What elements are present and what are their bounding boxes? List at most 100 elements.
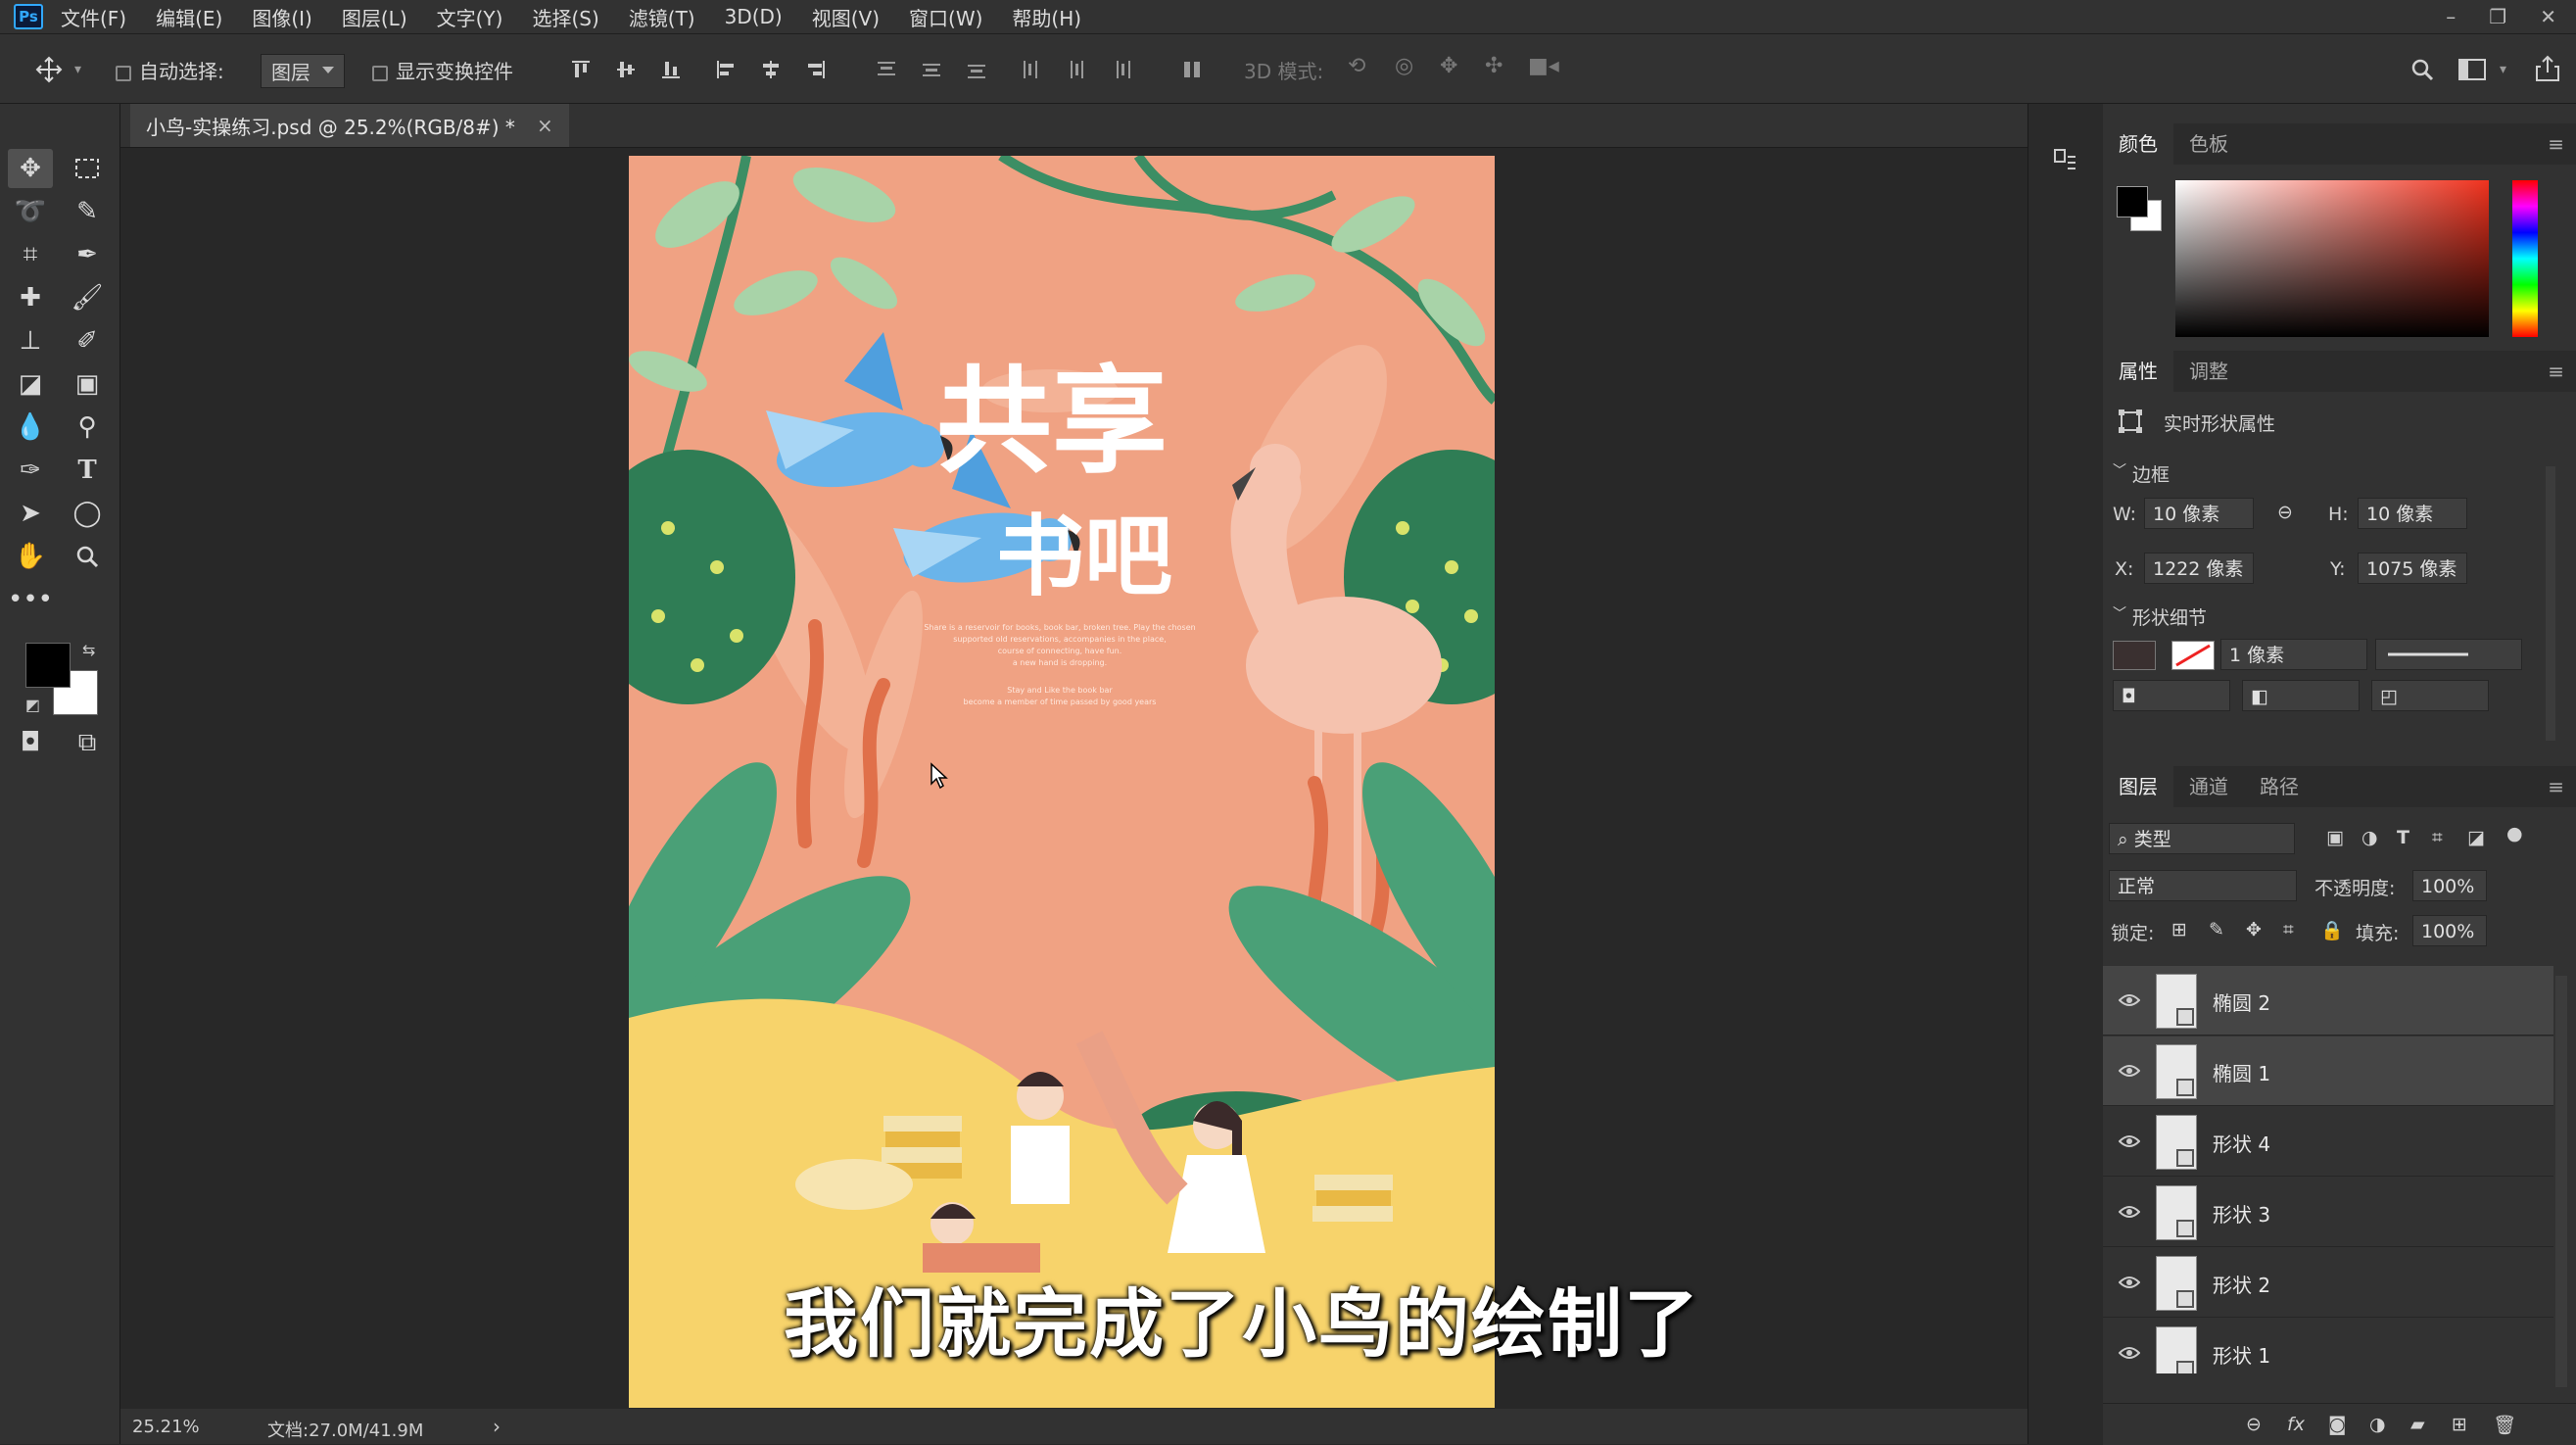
layer-row[interactable]: 形状 2: [2103, 1248, 2553, 1318]
opacity-field[interactable]: 100%: [2412, 870, 2487, 901]
link-layers-icon[interactable]: ⊖: [2246, 1414, 2262, 1435]
lock-position-icon[interactable]: ✥: [2246, 919, 2262, 940]
eyedropper-tool-icon[interactable]: ✒: [65, 235, 110, 274]
zoom-tool-icon[interactable]: [65, 537, 110, 576]
menu-edit[interactable]: 编辑(E): [156, 3, 222, 31]
distribute-top-icon[interactable]: [876, 59, 897, 80]
swap-colors-icon[interactable]: ⇆: [82, 641, 95, 659]
filter-adjustment-icon[interactable]: ◑: [2361, 827, 2378, 848]
stroke-color-swatch[interactable]: [2171, 641, 2215, 670]
lock-pixels-icon[interactable]: ✎: [2209, 919, 2224, 940]
link-dimensions-icon[interactable]: ⊖: [2277, 502, 2293, 523]
color-field[interactable]: [2175, 180, 2489, 337]
menu-layer[interactable]: 图层(L): [342, 3, 407, 31]
clone-stamp-tool-icon[interactable]: ⊥: [8, 321, 53, 361]
filter-shape-icon[interactable]: ⌗: [2432, 827, 2443, 848]
lock-all-icon[interactable]: 🔒: [2320, 919, 2344, 941]
close-window-button[interactable]: ✕: [2540, 5, 2556, 28]
visibility-eye-icon[interactable]: [2119, 1342, 2140, 1364]
layer-row[interactable]: 椭圆 2: [2103, 966, 2553, 1036]
layer-name[interactable]: 形状 1: [2213, 1340, 2270, 1369]
distribute-left-icon[interactable]: [1021, 59, 1042, 80]
3d-drag-icon[interactable]: ✥: [1440, 54, 1457, 78]
layer-style-icon[interactable]: fx: [2287, 1414, 2305, 1435]
lock-transparency-icon[interactable]: ⊞: [2171, 919, 2187, 940]
layer-row[interactable]: 形状 1: [2103, 1319, 2553, 1373]
quick-select-tool-icon[interactable]: ✎: [65, 192, 110, 231]
layer-name[interactable]: 椭圆 2: [2213, 987, 2270, 1016]
hue-slider[interactable]: [2512, 180, 2538, 337]
path-select-tool-icon[interactable]: ➤: [8, 494, 53, 533]
close-tab-icon[interactable]: ×: [537, 114, 553, 137]
delete-layer-icon[interactable]: 🗑: [2493, 1414, 2516, 1436]
marquee-tool-icon[interactable]: [65, 149, 110, 188]
align-hcenter-icon[interactable]: [760, 59, 782, 80]
filter-type-icon[interactable]: T: [2397, 827, 2409, 848]
align-right-icon[interactable]: [805, 59, 827, 80]
3d-rotate-icon[interactable]: ⟲: [1348, 54, 1365, 78]
pen-tool-icon[interactable]: ✑: [8, 451, 53, 490]
layer-name[interactable]: 形状 4: [2213, 1129, 2270, 1157]
tool-preset-chevron-icon[interactable]: ▾: [74, 62, 81, 77]
lock-artboard-icon[interactable]: ⌗: [2283, 919, 2294, 940]
workspace-chevron-icon[interactable]: ▾: [2500, 62, 2506, 77]
menu-3d[interactable]: 3D(D): [725, 5, 783, 28]
poster-artboard[interactable]: 共享 书吧 Share is a reservoir for books, bo…: [629, 156, 1495, 1408]
foreground-color-swatch[interactable]: [25, 643, 71, 688]
more-tools-icon[interactable]: •••: [8, 580, 53, 619]
layer-filter-dropdown[interactable]: ⌕ 类型: [2109, 823, 2295, 854]
properties-panel-menu-icon[interactable]: ≡: [2548, 360, 2564, 383]
share-icon[interactable]: [2535, 55, 2560, 82]
stroke-align-dropdown[interactable]: ◘: [2113, 680, 2230, 711]
menu-view[interactable]: 视图(V): [812, 3, 880, 31]
new-layer-icon[interactable]: ⊞: [2452, 1414, 2467, 1435]
type-tool-icon[interactable]: T: [65, 451, 110, 490]
tab-paths[interactable]: 路径: [2244, 766, 2314, 807]
layers-scrollbar[interactable]: [2555, 976, 2567, 1387]
filter-smart-object-icon[interactable]: ◪: [2467, 827, 2485, 848]
visibility-eye-icon[interactable]: [2119, 1272, 2140, 1293]
auto-align-icon[interactable]: [1181, 59, 1203, 80]
x-position-field[interactable]: 1222 像素: [2144, 553, 2254, 584]
minimize-button[interactable]: –: [2446, 5, 2456, 28]
panel-foreground-swatch[interactable]: [2117, 186, 2148, 217]
layer-row[interactable]: 形状 3: [2103, 1178, 2553, 1247]
ellipse-tool-icon[interactable]: ◯: [65, 494, 110, 533]
brush-tool-icon[interactable]: 🖌: [65, 278, 110, 317]
align-left-icon[interactable]: [715, 59, 737, 80]
move-tool-icon[interactable]: ✥: [8, 149, 53, 188]
properties-scrollbar[interactable]: [2546, 466, 2555, 741]
align-bottom-icon[interactable]: [660, 59, 682, 80]
fill-field[interactable]: 100%: [2412, 915, 2487, 946]
distribute-vcenter-icon[interactable]: [921, 59, 942, 80]
tab-layers[interactable]: 图层: [2103, 766, 2173, 807]
default-colors-icon[interactable]: ◩: [25, 696, 40, 714]
dodge-tool-icon[interactable]: ⚲: [65, 408, 110, 447]
height-field[interactable]: 10 像素: [2358, 498, 2467, 529]
menu-filter[interactable]: 滤镜(T): [629, 3, 695, 31]
distribute-right-icon[interactable]: [1111, 59, 1132, 80]
status-menu-arrow[interactable]: ›: [493, 1415, 501, 1438]
visibility-eye-icon[interactable]: [2119, 1060, 2140, 1082]
tab-properties[interactable]: 属性: [2103, 351, 2173, 392]
eraser-tool-icon[interactable]: ◪: [8, 364, 53, 404]
hand-tool-icon[interactable]: ✋: [8, 537, 53, 576]
shape-section-chevron-icon[interactable]: ﹀: [2113, 603, 2126, 623]
color-panel-menu-icon[interactable]: ≡: [2548, 132, 2564, 156]
gradient-tool-icon[interactable]: ▣: [65, 364, 110, 404]
restore-button[interactable]: ❐: [2489, 5, 2506, 28]
distribute-bottom-icon[interactable]: [966, 59, 987, 80]
visibility-eye-icon[interactable]: [2119, 1201, 2140, 1223]
visibility-eye-icon[interactable]: [2119, 989, 2140, 1011]
healing-brush-tool-icon[interactable]: ✚: [8, 278, 53, 317]
tab-color[interactable]: 颜色: [2103, 123, 2173, 165]
blend-mode-dropdown[interactable]: 正常: [2109, 870, 2297, 901]
layer-name[interactable]: 椭圆 1: [2213, 1058, 2270, 1086]
tab-channels[interactable]: 通道: [2173, 766, 2244, 807]
menu-window[interactable]: 窗口(W): [909, 3, 982, 31]
screen-mode-icon[interactable]: ⧉: [65, 723, 110, 762]
auto-select-checkbox[interactable]: 自动选择:: [116, 56, 224, 84]
workspace-icon[interactable]: [2458, 58, 2486, 81]
filter-pixel-icon[interactable]: ▣: [2326, 827, 2344, 848]
stroke-corner-dropdown[interactable]: ◰: [2371, 680, 2489, 711]
